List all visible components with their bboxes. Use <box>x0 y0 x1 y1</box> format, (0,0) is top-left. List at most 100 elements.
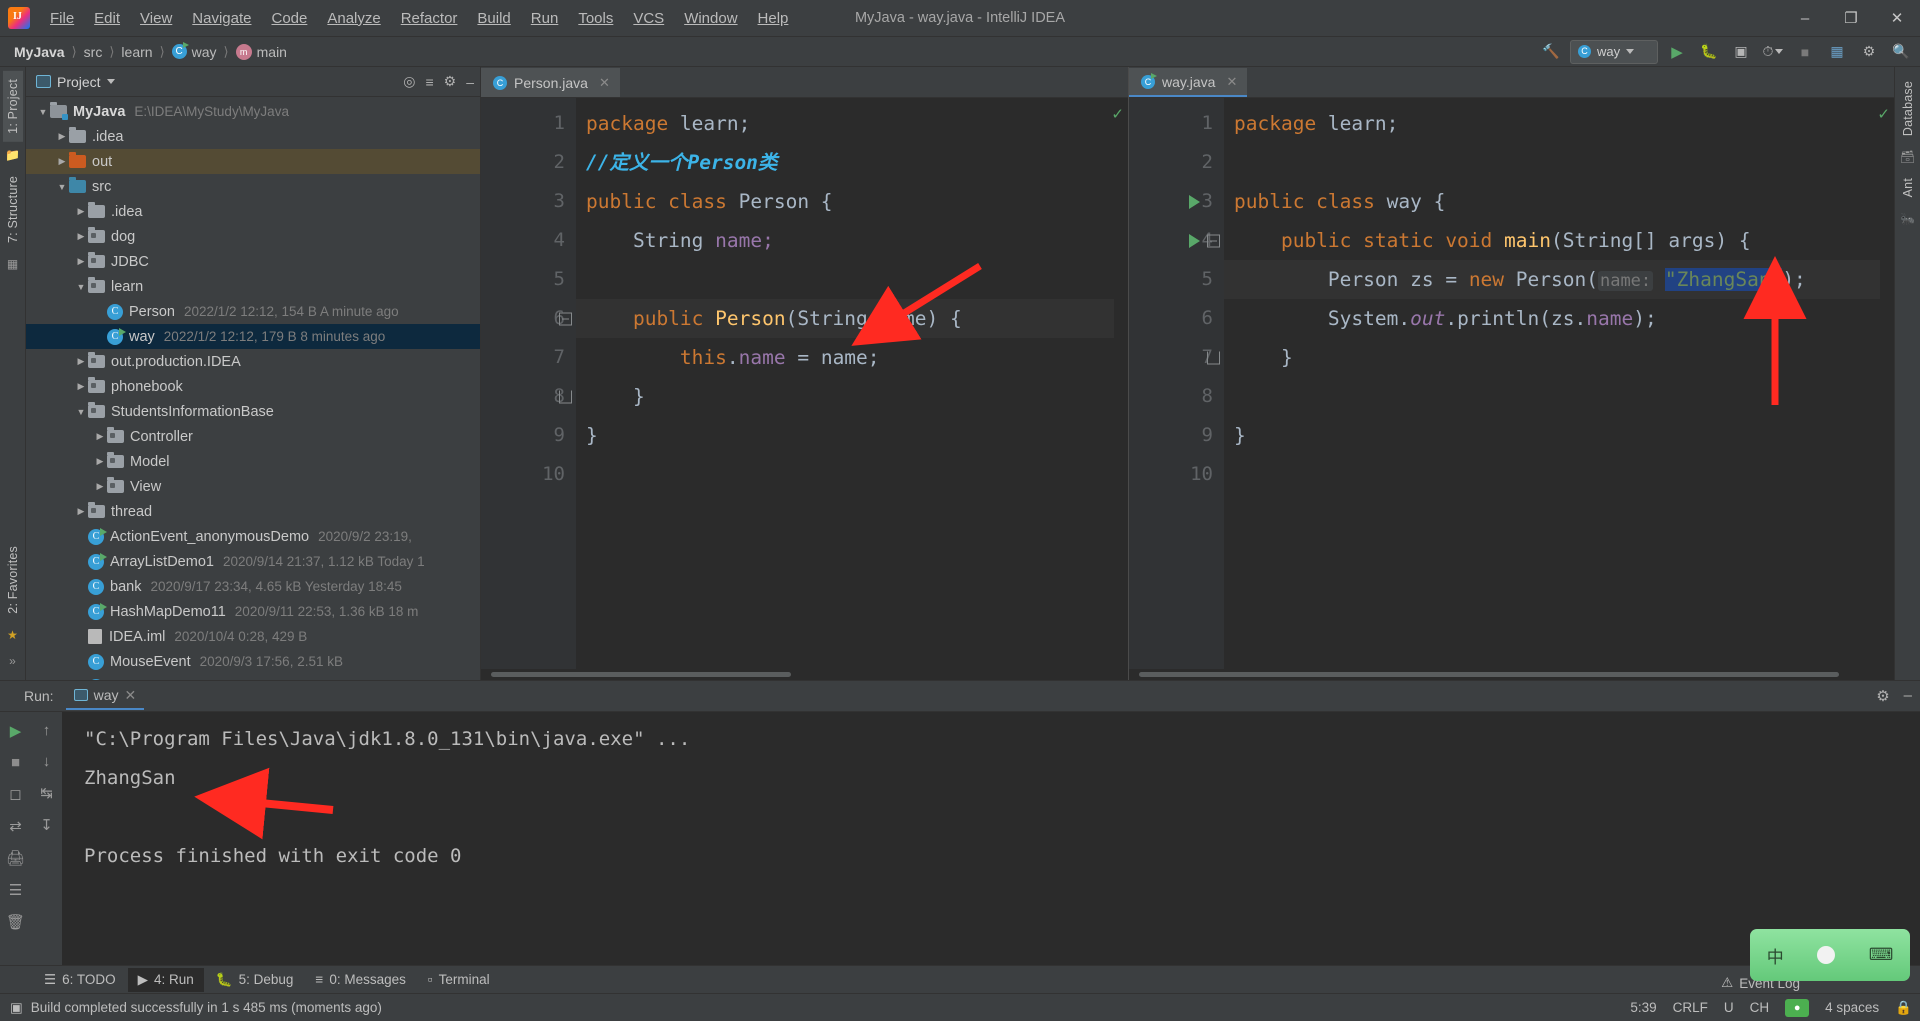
dot-icon[interactable] <box>1817 946 1836 964</box>
tree-node-bank[interactable]: Cbank 2020/9/17 23:34, 4.65 kB Yesterday … <box>26 574 480 599</box>
settings-icon[interactable]: ⚙ <box>1856 40 1882 64</box>
gutter-run-icon[interactable] <box>1189 194 1200 209</box>
menu-build[interactable]: Build <box>467 7 520 30</box>
keyboard-icon[interactable]: ⌨ <box>1869 945 1894 965</box>
code-line[interactable]: } <box>576 377 1114 416</box>
gear-icon[interactable]: ⚙ <box>444 73 457 90</box>
stop-icon[interactable]: ■ <box>1792 40 1818 64</box>
delete-icon[interactable]: 🗑 <box>6 913 25 931</box>
breadcrumb-src[interactable]: src <box>80 42 107 62</box>
tool-todo[interactable]: ☰ 6: TODO <box>34 968 126 992</box>
tree-node-person[interactable]: C Person 2022/1/2 12:12, 154 B A minute ag… <box>26 299 480 324</box>
run-actions-column[interactable]: ▶ ■ ◻ ⇄ 🖨 ☰ 🗑 <box>0 712 31 965</box>
menu-vcs[interactable]: VCS <box>623 7 674 30</box>
breadcrumb-project[interactable]: MyJava <box>10 42 69 62</box>
code-line[interactable]: } <box>1224 416 1880 455</box>
tree-toggle-arrow[interactable] <box>55 182 69 192</box>
sidebar-tab-project[interactable]: 1: Project <box>2 71 23 142</box>
tree-toggle-arrow[interactable] <box>93 456 107 467</box>
window-controls[interactable]: – ❐ ✕ <box>1782 0 1920 36</box>
menu-view[interactable]: View <box>130 7 182 30</box>
code-line[interactable] <box>1224 377 1880 416</box>
gutter-run-icon[interactable] <box>1189 233 1200 248</box>
code-line[interactable]: package learn; <box>1224 104 1880 143</box>
close-button[interactable]: ✕ <box>1874 0 1920 36</box>
expand-strip-icon[interactable]: » <box>9 654 16 668</box>
tree-toggle-arrow[interactable] <box>74 206 88 217</box>
run-nav-column[interactable]: ↑ ↓ ↹ ↧ <box>31 712 62 965</box>
tool-messages[interactable]: ≡ 0: Messages <box>305 968 415 991</box>
tree-toggle-arrow[interactable] <box>74 282 88 292</box>
rerun-icon[interactable]: ▶ <box>10 722 22 740</box>
stop-icon[interactable]: ■ <box>11 754 20 771</box>
tree-node-view[interactable]: View <box>26 474 480 499</box>
tree-node-phonebook[interactable]: phonebook <box>26 374 480 399</box>
line-separator[interactable]: CRLF <box>1673 1000 1708 1015</box>
tree-node-model[interactable]: Model <box>26 449 480 474</box>
code-line[interactable] <box>576 455 1114 494</box>
menu-edit[interactable]: Edit <box>84 7 130 30</box>
breadcrumb-learn[interactable]: learn <box>117 42 156 62</box>
close-icon[interactable]: ✕ <box>1226 74 1237 90</box>
profiler-icon[interactable]: ⏱ <box>1760 40 1786 64</box>
print-icon[interactable]: 🖨 <box>6 849 25 867</box>
editor-left-gutter[interactable]: 1 2 3 4 5 6 7 8 9 10 <box>481 98 576 669</box>
code-line[interactable]: String name; <box>576 221 1114 260</box>
scroll-end-icon[interactable]: ↧ <box>40 816 53 834</box>
run-console-output[interactable]: "C:\Program Files\Java\jdk1.8.0_131\bin\… <box>62 712 1920 965</box>
screenshot-icon[interactable]: ◻ <box>9 785 21 803</box>
soft-wrap-icon[interactable]: ↹ <box>40 784 53 802</box>
close-icon[interactable]: ✕ <box>124 687 136 704</box>
minimize-button[interactable]: – <box>1782 0 1828 36</box>
layout-icon[interactable]: ▦ <box>1824 40 1850 64</box>
menu-file[interactable]: File <box>40 7 84 30</box>
code-line[interactable]: public class way { <box>1224 182 1880 221</box>
code-line[interactable] <box>1224 455 1880 494</box>
tree-toggle-arrow[interactable] <box>36 107 50 117</box>
tree-node-learn[interactable]: learn <box>26 274 480 299</box>
run-tab-way[interactable]: way ✕ <box>65 683 145 710</box>
editor-right-gutter[interactable]: 1 2 3 4 5 6 7 8 9 10 <box>1129 98 1224 669</box>
menu-tools[interactable]: Tools <box>568 7 623 30</box>
indent-setting[interactable]: 4 spaces <box>1825 1000 1879 1015</box>
tool-terminal[interactable]: ▫ Terminal <box>418 968 500 991</box>
tree-toggle-arrow[interactable] <box>93 481 107 492</box>
sidebar-tab-ant[interactable]: Ant <box>1898 170 1918 205</box>
tree-node-out-production-idea[interactable]: out.production.IDEA <box>26 349 480 374</box>
tree-toggle-arrow[interactable] <box>93 431 107 442</box>
menu-bar[interactable]: File Edit View Navigate Code Analyze Ref… <box>40 7 798 30</box>
tree-node-myjava[interactable]: MyJava E:\IDEA\MyStudy\MyJava <box>26 99 480 124</box>
menu-refactor[interactable]: Refactor <box>391 7 468 30</box>
code-line[interactable]: this.name = name; <box>576 338 1114 377</box>
dump-icon[interactable]: ☰ <box>9 881 22 899</box>
editor-left-content[interactable]: 1 2 3 4 5 6 7 8 9 10 package learn;//定义一个Person类 p… <box>481 98 1128 669</box>
tree-node-src[interactable]: src <box>26 174 480 199</box>
code-line[interactable]: public Person(String name) { <box>576 299 1114 338</box>
code-line[interactable] <box>1224 143 1880 182</box>
ime-toggle-icon[interactable]: ● <box>1785 998 1810 1017</box>
chevron-down-icon[interactable] <box>106 79 115 84</box>
hide-icon[interactable]: – <box>1904 687 1912 705</box>
tree-toggle-arrow[interactable] <box>55 156 69 167</box>
menu-analyze[interactable]: Analyze <box>317 7 390 30</box>
code-line[interactable]: Person zs = new Person(name: "ZhangSan")… <box>1224 260 1880 299</box>
editor-right-code[interactable]: package learn; public class way { public… <box>1224 98 1880 669</box>
tree-node-actionevent-anonymousdemo[interactable]: C ActionEvent_anonymousDemo 2020/9/2 23:19… <box>26 524 480 549</box>
up-icon[interactable]: ↑ <box>43 722 51 739</box>
code-line[interactable]: System.out.println(zs.name); <box>1224 299 1880 338</box>
search-icon[interactable]: 🔍 <box>1888 40 1914 64</box>
editor-right-marker-bar[interactable]: ✓ <box>1877 98 1894 669</box>
breadcrumb-way[interactable]: Cway <box>168 42 221 62</box>
menu-navigate[interactable]: Navigate <box>182 7 261 30</box>
breadcrumb[interactable]: MyJava ⟩ src ⟩ learn ⟩ Cway ⟩ m main <box>10 42 291 62</box>
editor-left-hscrollbar[interactable] <box>481 669 1128 680</box>
tree-node-idea-iml[interactable]: IDEA.iml 2020/10/4 0:28, 429 B <box>26 624 480 649</box>
trace-icon[interactable]: ⇄ <box>9 817 22 835</box>
code-line[interactable]: public class Person { <box>576 182 1114 221</box>
tool-debug[interactable]: 🐛 5: Debug <box>206 968 304 992</box>
lock-icon[interactable]: 🔒 <box>1895 1000 1912 1016</box>
tool-run[interactable]: ▶ 4: Run <box>127 967 204 992</box>
editor-right-hscrollbar[interactable] <box>1129 669 1894 680</box>
sidebar-tab-favorites[interactable]: 2: Favorites <box>3 538 23 622</box>
hammer-icon[interactable]: 🔨 <box>1538 40 1564 64</box>
